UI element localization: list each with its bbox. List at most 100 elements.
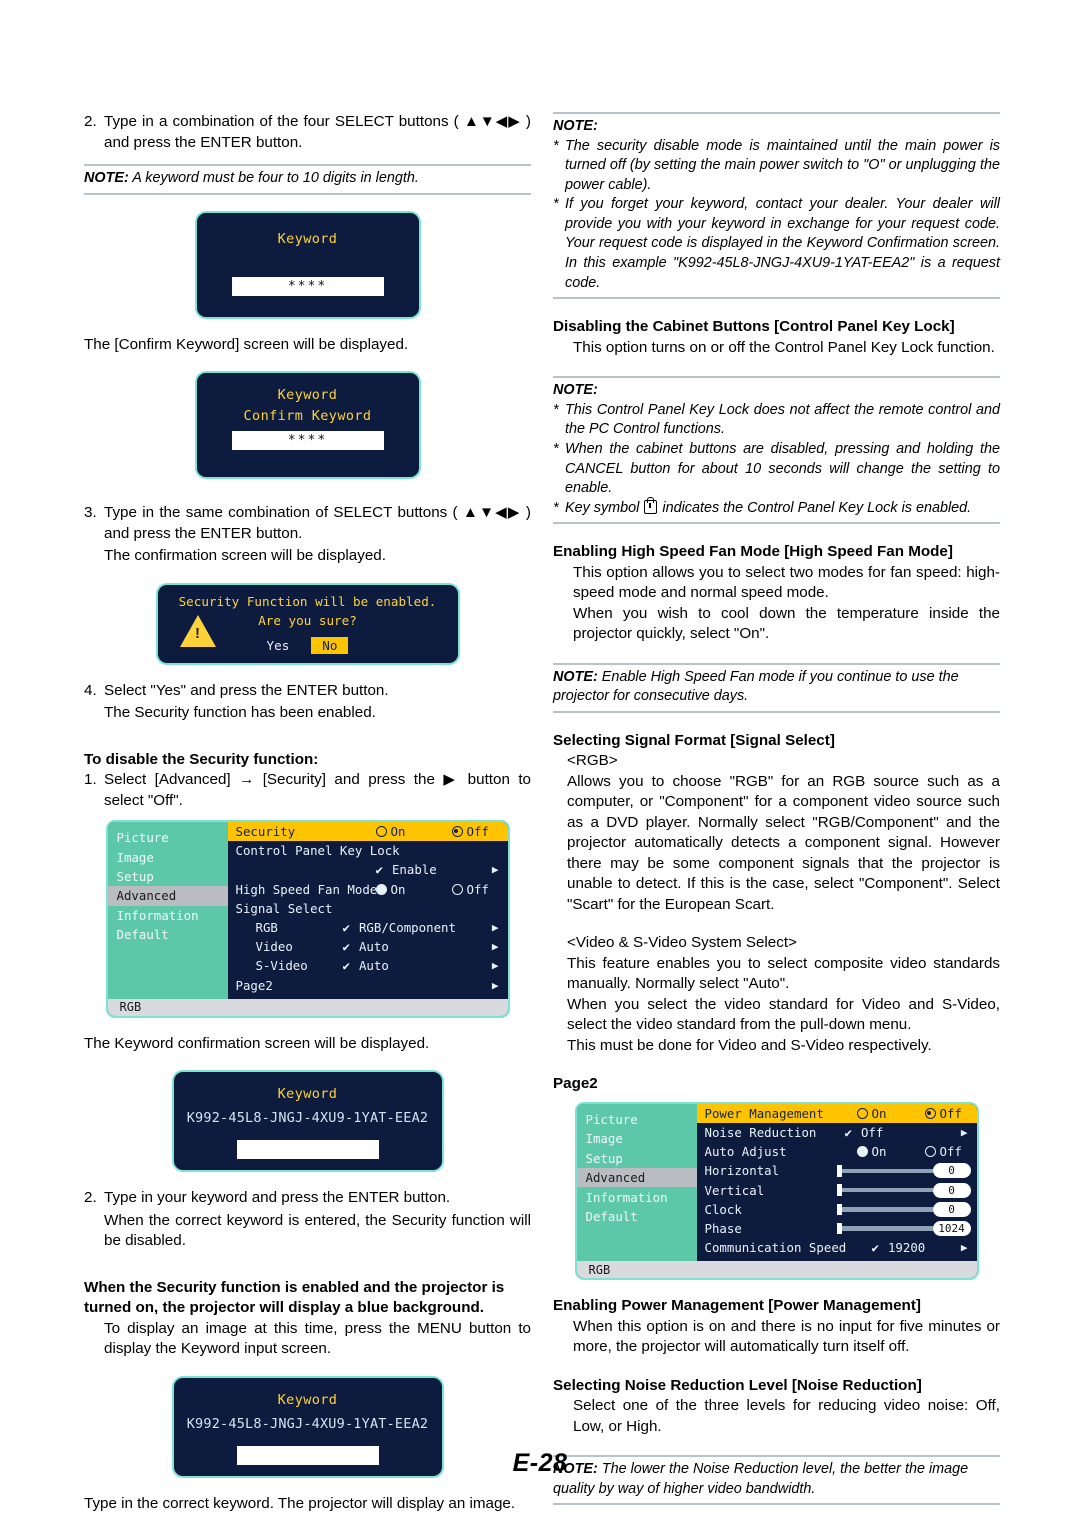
chevron-right-icon[interactable]: ▶ — [492, 979, 499, 992]
no-button[interactable]: No — [311, 636, 349, 654]
sidebar-item-default[interactable]: Default — [108, 925, 228, 944]
slider-knob[interactable] — [836, 1222, 842, 1235]
vertical-slider[interactable] — [836, 1184, 933, 1196]
sidebar-item-image[interactable]: Image — [108, 847, 228, 866]
osd-row-signal-select[interactable]: Signal Select — [228, 899, 508, 918]
power-management-heading: Enabling Power Management [Power Managem… — [553, 1297, 921, 1315]
fan-mode-body-2: When you wish to cool down the temperatu… — [573, 604, 1000, 643]
noise-reduction-body: Select one of the three levels for reduc… — [573, 1397, 1000, 1435]
chevron-right-icon[interactable]: ▶ — [492, 959, 499, 972]
sidebar-item-picture[interactable]: Picture — [108, 828, 228, 847]
note-item: * If you forget your keyword, contact you… — [553, 195, 1000, 293]
fan-on-option[interactable]: On — [375, 882, 405, 897]
osd-row-svideo[interactable]: S-Video ✔ Auto ▶ — [228, 956, 508, 975]
radio-dot-filled-icon — [856, 1146, 868, 1158]
sidebar-item-default[interactable]: Default — [577, 1207, 697, 1226]
svideo-value[interactable]: ✔ Auto — [343, 958, 389, 973]
horizontal-slider[interactable] — [836, 1165, 933, 1177]
note-text: A keyword must be four to 10 digits in l… — [128, 170, 419, 186]
sidebar-item-picture[interactable]: Picture — [577, 1110, 697, 1129]
osd-label-noise-reduction: Noise Reduction — [704, 1125, 817, 1141]
osd-row-high-speed-fan-mode[interactable]: High Speed Fan Mode On Off — [228, 880, 508, 899]
osd-row-key-lock-value[interactable]: ✔ Enable ▶ — [228, 860, 508, 879]
cabinet-buttons-body: This option turns on or off the Control … — [573, 338, 995, 356]
rgb-value[interactable]: ✔ RGB/Component — [343, 920, 456, 935]
communication-speed-value[interactable]: ✔ 19200 — [872, 1240, 926, 1255]
osd-row-page2[interactable]: Page2 ▶ — [228, 976, 508, 995]
chevron-right-icon[interactable]: ▶ — [961, 1241, 968, 1254]
keyword-confirm-input-field[interactable]: **** — [231, 431, 384, 450]
chevron-right-icon[interactable]: ▶ — [492, 940, 499, 953]
osd-label-high-speed-fan-mode: High Speed Fan Mode — [235, 881, 378, 897]
chevron-right-icon[interactable]: ▶ — [492, 921, 499, 934]
sidebar-item-image[interactable]: Image — [577, 1129, 697, 1148]
note-security-disable: NOTE: * The security disable mode is main… — [553, 112, 1000, 300]
slider-knob[interactable] — [836, 1165, 842, 1177]
chevron-right-icon[interactable]: ▶ — [492, 863, 499, 876]
phase-slider[interactable] — [836, 1222, 933, 1235]
auto-adjust-off-option[interactable]: Off — [924, 1144, 962, 1160]
yes-button[interactable]: Yes — [267, 638, 290, 653]
osd-row-phase[interactable]: Phase 1024 — [697, 1219, 977, 1238]
step-4-text: Select "Yes" and press the ENTER button. — [104, 681, 389, 699]
keyword-input-field[interactable] — [236, 1140, 379, 1160]
osd-row-communication-speed[interactable]: Communication Speed ✔ 19200 ▶ — [697, 1238, 977, 1257]
check-icon: ✔ — [342, 939, 350, 955]
osd-row-clock[interactable]: Clock 0 — [697, 1200, 977, 1219]
osd-row-horizontal[interactable]: Horizontal 0 — [697, 1161, 977, 1180]
auto-adjust-off-label: Off — [939, 1144, 962, 1160]
sidebar-item-advanced[interactable]: Advanced — [107, 886, 228, 906]
power-on-label: On — [871, 1105, 887, 1121]
warning-triangle-icon — [179, 614, 216, 647]
sidebar-item-setup[interactable]: Setup — [108, 867, 228, 886]
key-lock-enable-value[interactable]: ✔ Enable — [376, 862, 437, 877]
step-2b-number: 2. — [84, 1189, 97, 1207]
fan-off-option[interactable]: Off — [451, 882, 489, 897]
slider-knob[interactable] — [836, 1203, 842, 1216]
fan-mode-body-1: This option allows you to select two mod… — [573, 563, 1000, 602]
auto-adjust-on-option[interactable]: On — [856, 1144, 887, 1160]
osd-row-vertical[interactable]: Vertical 0 — [697, 1181, 977, 1200]
power-off-option[interactable]: Off — [924, 1106, 962, 1121]
signal-rgb-body: Allows you to choose "RGB" for an RGB so… — [567, 772, 1000, 913]
note-keyword-length: NOTE: A keyword must be four to 10 digit… — [84, 164, 531, 195]
power-on-option[interactable]: On — [856, 1105, 887, 1121]
request-code: K992-45L8-JNGJ-4XU9-1YAT-EEA2 — [186, 1110, 429, 1127]
video-value[interactable]: ✔ Auto — [343, 939, 389, 954]
chevron-right-icon[interactable]: ▶ — [961, 1126, 968, 1139]
osd-sidebar: Picture Image Setup Advanced Information… — [107, 822, 228, 999]
sidebar-item-information[interactable]: Information — [577, 1187, 697, 1206]
osd-row-power-management[interactable]: Power Management On Off — [696, 1103, 977, 1123]
confirm-line-1: Security Function will be enabled. — [178, 593, 437, 609]
keyword-confirmation-caption: The Keyword confirmation screen will be … — [84, 1034, 430, 1052]
auto-adjust-on-label: On — [871, 1144, 887, 1160]
fan-mode-heading: Enabling High Speed Fan Mode [High Speed… — [553, 543, 953, 561]
bullet-star-icon: * — [553, 137, 559, 154]
step-3: 3. Type in the same combination of SELEC… — [84, 503, 531, 544]
dialog-subtitle: Confirm Keyword — [243, 408, 372, 424]
slider-track — [836, 1222, 933, 1235]
security-on-label: On — [390, 824, 406, 840]
osd-label-signal-select: Signal Select — [235, 900, 333, 916]
osd-page2-menu: Picture Image Setup Advanced Information… — [576, 1103, 977, 1279]
osd-row-control-panel-key-lock[interactable]: Control Panel Key Lock — [228, 841, 508, 860]
dialog-security-confirm: Security Function will be enabled. Are y… — [157, 584, 458, 663]
noise-reduction-value[interactable]: ✔ Off — [845, 1125, 884, 1140]
noise-reduction-value-label: Off — [860, 1125, 884, 1141]
security-on-option[interactable]: On — [375, 824, 406, 840]
keyword-input-field[interactable]: **** — [231, 276, 384, 296]
sidebar-item-information[interactable]: Information — [108, 906, 228, 925]
note-item-key-symbol: * Key symbol indicates the Control Panel … — [553, 496, 1000, 519]
clock-slider[interactable] — [836, 1203, 933, 1216]
osd-row-video[interactable]: Video ✔ Auto ▶ — [228, 937, 508, 956]
step-4-text-2: The Security function has been enabled. — [104, 704, 376, 721]
sidebar-item-advanced[interactable]: Advanced — [576, 1167, 697, 1188]
slider-knob[interactable] — [836, 1184, 842, 1196]
page-number: E-28 — [512, 1449, 568, 1477]
security-off-option[interactable]: Off — [451, 824, 489, 839]
osd-row-auto-adjust[interactable]: Auto Adjust On Off — [697, 1142, 977, 1161]
osd-row-noise-reduction[interactable]: Noise Reduction ✔ Off ▶ — [697, 1123, 977, 1142]
osd-row-security[interactable]: Security On Off — [227, 822, 508, 842]
sidebar-item-setup[interactable]: Setup — [577, 1149, 697, 1168]
osd-row-rgb[interactable]: RGB ✔ RGB/Component ▶ — [228, 918, 508, 937]
